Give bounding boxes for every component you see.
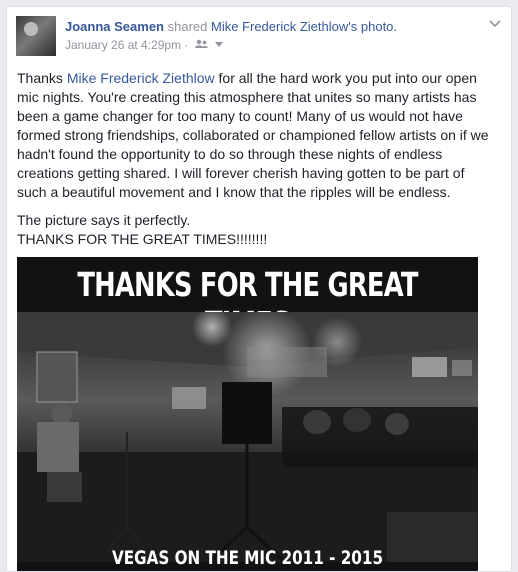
action-text: shared (167, 19, 208, 34)
message-text: The picture says it perfectly. (17, 212, 191, 228)
author-name-link[interactable]: Joanna Seamen (65, 19, 164, 34)
post-message: Thanks Mike Frederick Ziethlow for all t… (17, 69, 497, 258)
message-text: Thanks (17, 70, 67, 86)
mention-link[interactable]: Mike Frederick Ziethlow (67, 70, 215, 86)
message-paragraph: The picture says it perfectly. THANKS FOR… (17, 211, 497, 249)
privacy-chevron-down-icon[interactable] (215, 40, 224, 51)
shared-photo[interactable]: THANKS FOR THE GREAT TIMES (17, 257, 478, 571)
post-card: Joanna Seamen shared Mike Frederick Ziet… (6, 6, 512, 572)
post-header: Joanna Seamen shared Mike Frederick Ziet… (65, 19, 397, 34)
shared-photo-link[interactable]: photo. (361, 19, 397, 34)
message-text: for all the hard work you put into our o… (17, 70, 489, 200)
post-meta: January 26 at 4:29pm · (65, 38, 224, 52)
author-avatar[interactable] (16, 16, 56, 56)
photo-scene (17, 312, 478, 562)
meta-separator: · (184, 38, 189, 52)
message-paragraph: Thanks Mike Frederick Ziethlow for all t… (17, 69, 497, 202)
timestamp-link[interactable]: January 26 at 4:29pm (65, 38, 181, 52)
message-text: THANKS FOR THE GREAT TIMES!!!!!!!! (17, 231, 268, 247)
chevron-down-icon[interactable] (489, 17, 501, 31)
friends-icon[interactable] (194, 39, 210, 52)
shared-owner-link[interactable]: Mike Frederick Ziethlow's (211, 19, 357, 34)
photo-caption-text: VEGAS ON THE MIC 2011 - 2015 (111, 547, 384, 569)
